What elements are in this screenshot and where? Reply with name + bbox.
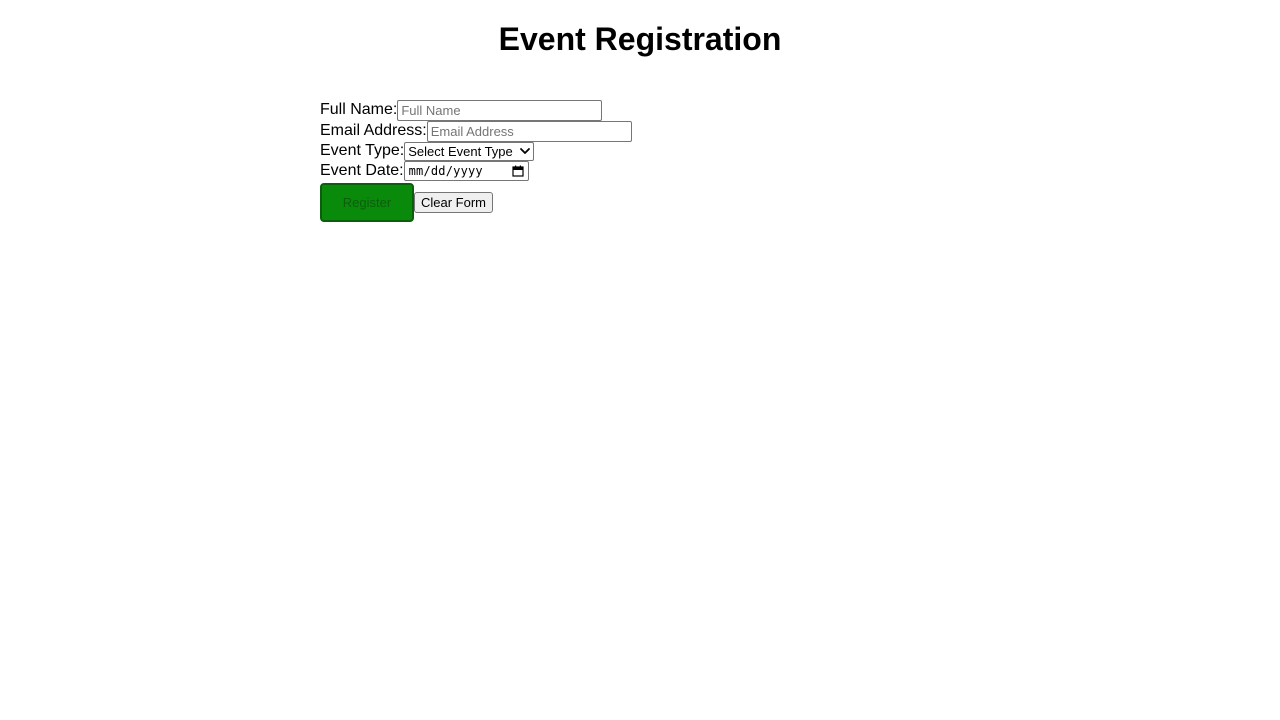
event-type-row: Event Type: Select Event Type <box>320 141 960 161</box>
full-name-row: Full Name: <box>320 99 960 121</box>
email-input[interactable] <box>426 120 632 142</box>
event-type-selected: Select Event Type <box>408 143 513 159</box>
register-button[interactable]: Register <box>320 183 414 222</box>
event-type-select[interactable]: Select Event Type <box>404 141 535 161</box>
registration-form: Full Name: Email Address: Event Type: Se… <box>320 99 960 222</box>
event-type-label: Event Type: <box>320 142 405 159</box>
event-date-label: Event Date: <box>320 162 404 179</box>
event-date-input[interactable]: mm/dd/yyyy <box>403 161 529 181</box>
calendar-icon[interactable] <box>512 165 524 177</box>
chevron-down-icon <box>519 145 531 157</box>
full-name-label: Full Name: <box>320 101 398 118</box>
full-name-input[interactable] <box>397 99 603 121</box>
clear-form-button[interactable]: Clear Form <box>414 192 494 213</box>
email-row: Email Address: <box>320 120 960 142</box>
form-buttons: Register Clear Form <box>320 183 960 222</box>
event-date-value: mm/dd/yyyy <box>408 164 483 178</box>
event-date-row: Event Date: mm/dd/yyyy <box>320 161 960 181</box>
email-label: Email Address: <box>320 122 427 139</box>
page-title: Event Registration <box>498 21 782 57</box>
